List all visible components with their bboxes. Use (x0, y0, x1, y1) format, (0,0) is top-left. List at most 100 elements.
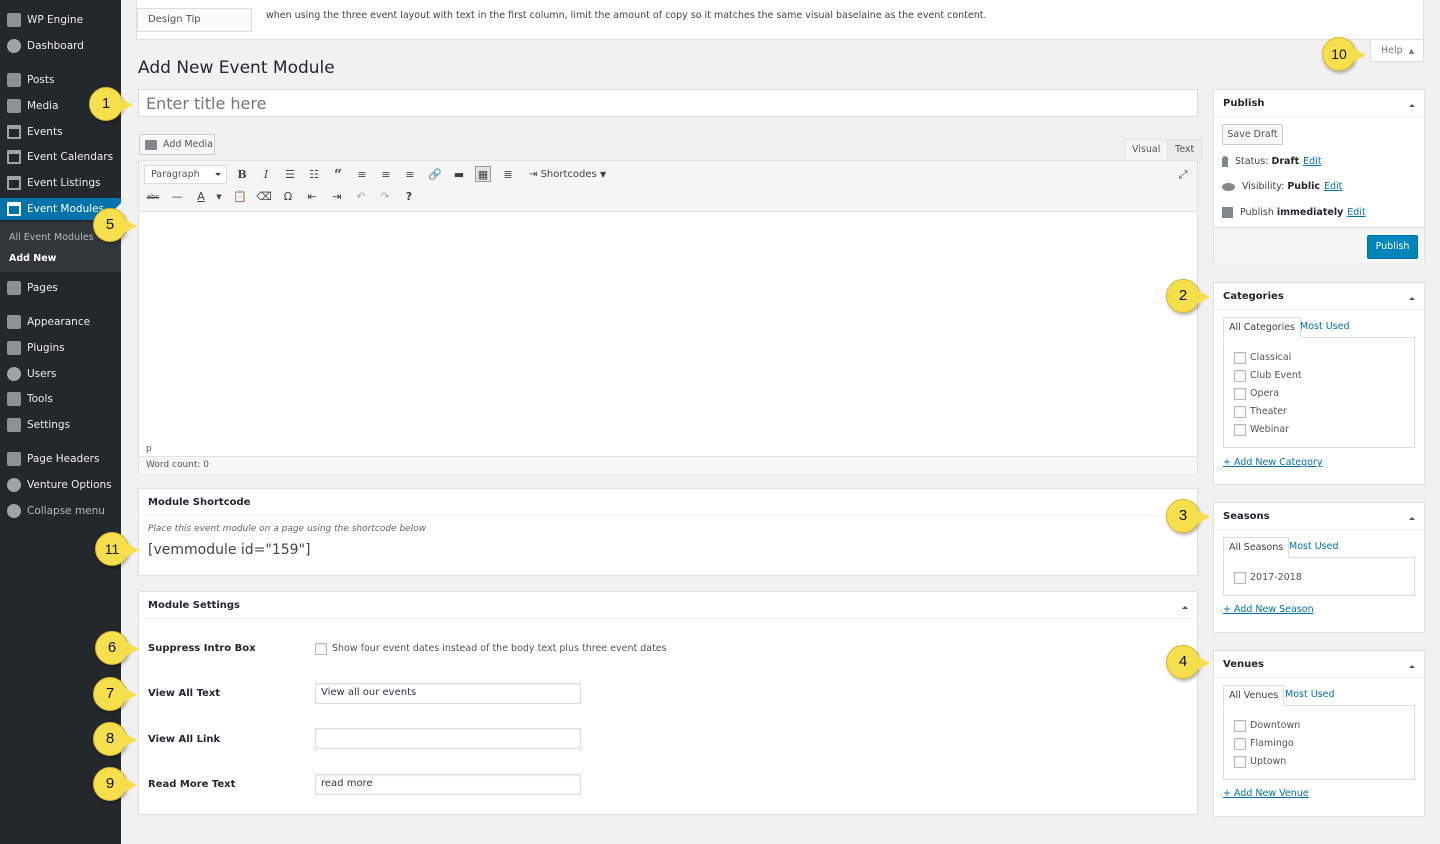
caret-down-icon[interactable]: ▼ (211, 189, 227, 205)
callout-badge: 9 (93, 767, 137, 801)
paste-text-icon[interactable]: 📋 (232, 189, 248, 205)
edit-status-link[interactable]: Edit (1303, 156, 1321, 167)
view-all-text-input[interactable]: View all our events (315, 683, 581, 704)
read-more-icon[interactable]: ▬ (451, 167, 467, 183)
edit-visibility-link[interactable]: Edit (1324, 181, 1342, 192)
bold-icon[interactable]: B (234, 167, 250, 183)
sidebar-item-pages[interactable]: Pages (0, 277, 121, 299)
category-label: Club Event (1250, 370, 1302, 381)
sidebar-item-page-headers[interactable]: Page Headers (0, 448, 121, 470)
collapse-arrow-icon[interactable] (1409, 294, 1415, 300)
category-checkbox[interactable] (1234, 406, 1246, 418)
submenu-all-event-modules[interactable]: All Event Modules (9, 232, 94, 243)
tab-most-used[interactable]: Most Used (1284, 537, 1343, 558)
callout-badge: 2 (1166, 279, 1210, 313)
horizontal-line-icon[interactable]: — (169, 189, 185, 205)
text-color-icon[interactable]: A (193, 189, 209, 205)
category-checkbox[interactable] (1234, 370, 1246, 382)
fullscreen-icon[interactable]: ⤢ (1175, 167, 1191, 183)
sidebar-item-label: Event Calendars (27, 151, 114, 163)
tab-all-seasons[interactable]: All Seasons (1223, 537, 1290, 558)
category-checkbox[interactable] (1234, 352, 1246, 364)
blockquote-icon[interactable]: “ (330, 167, 346, 183)
help-icon[interactable]: ? (401, 189, 417, 205)
shortcodes-dropdown[interactable]: ⇥ Shortcodes ▼ (529, 169, 606, 180)
tab-text[interactable]: Text (1167, 139, 1203, 160)
numbered-list-icon[interactable]: ☷ (306, 167, 322, 183)
category-checkbox[interactable] (1234, 424, 1246, 436)
category-checkbox[interactable] (1234, 388, 1246, 400)
venue-checkbox[interactable] (1234, 756, 1246, 768)
tab-most-used[interactable]: Most Used (1295, 317, 1354, 338)
collapse-arrow-icon[interactable] (1182, 603, 1188, 609)
bullet-list-icon[interactable]: ☰ (282, 167, 298, 183)
italic-icon[interactable]: I (258, 167, 274, 183)
calendar-icon (7, 150, 21, 164)
collapse-arrow-icon[interactable] (1409, 101, 1415, 107)
status-label: Status: (1235, 156, 1269, 167)
sidebar-collapse-menu[interactable]: Collapse menu (0, 500, 121, 522)
view-all-link-input[interactable] (315, 728, 581, 749)
sidebar-item-wp-engine[interactable]: WP Engine (0, 9, 121, 31)
view-all-text-label: View All Text (148, 688, 221, 699)
align-right-icon[interactable]: ≡ (402, 167, 418, 183)
align-left-icon[interactable]: ≡ (354, 167, 370, 183)
strikethrough-icon[interactable]: abc (145, 189, 161, 205)
tab-visual[interactable]: Visual (1124, 139, 1169, 160)
sidebar-item-events[interactable]: Events (0, 121, 121, 143)
toolbar-toggle-icon[interactable]: ▦ (475, 166, 491, 182)
add-new-venue-link[interactable]: + Add New Venue (1223, 788, 1309, 799)
pin-icon (7, 73, 21, 87)
submenu-add-new[interactable]: Add New (9, 253, 56, 264)
redo-icon[interactable]: ↷ (377, 189, 393, 205)
sidebar-item-event-listings[interactable]: Event Listings (0, 172, 121, 194)
tab-all-categories[interactable]: All Categories (1223, 317, 1302, 338)
indent-icon[interactable]: ⇥ (329, 189, 345, 205)
season-checklist: 2017-2018 (1223, 557, 1415, 596)
wrap-icon[interactable]: ≣ (500, 167, 516, 183)
save-draft-button[interactable]: Save Draft (1222, 124, 1283, 145)
publish-button[interactable]: Publish (1367, 235, 1418, 259)
season-checkbox[interactable] (1234, 572, 1246, 584)
notice-tab[interactable]: Design Tip (137, 8, 252, 32)
help-button[interactable]: Help ▲ (1370, 40, 1424, 62)
callout-badge: 8 (93, 722, 137, 756)
sidebar-item-label: Tools (27, 393, 53, 405)
venue-label: Uptown (1250, 756, 1287, 767)
collapse-arrow-icon[interactable] (1409, 514, 1415, 520)
add-media-button[interactable]: Add Media (139, 134, 215, 155)
sidebar-item-appearance[interactable]: Appearance (0, 311, 121, 333)
read-more-text-input[interactable]: read more (315, 774, 581, 795)
outdent-icon[interactable]: ⇤ (304, 189, 320, 205)
align-center-icon[interactable]: ≡ (378, 167, 394, 183)
editor-content-area[interactable] (139, 213, 1197, 439)
edit-schedule-link[interactable]: Edit (1347, 207, 1365, 218)
chevron-up-icon: ▲ (1408, 47, 1415, 55)
tab-most-used[interactable]: Most Used (1280, 685, 1339, 706)
sidebar-item-users[interactable]: Users (0, 363, 121, 385)
categories-box: Categories All Categories Most Used Clas… (1213, 282, 1425, 485)
collapse-arrow-icon[interactable] (1409, 662, 1415, 668)
sidebar-item-dashboard[interactable]: Dashboard (0, 35, 121, 57)
format-select[interactable]: Paragraph (144, 165, 227, 184)
sidebar-item-event-calendars[interactable]: Event Calendars (0, 146, 121, 168)
clear-formatting-icon[interactable]: ⌫ (256, 189, 272, 205)
venue-checkbox[interactable] (1234, 738, 1246, 750)
category-label: Classical (1250, 352, 1292, 363)
special-character-icon[interactable]: Ω (280, 189, 296, 205)
venue-checkbox[interactable] (1234, 720, 1246, 732)
title-input[interactable] (138, 89, 1198, 117)
tab-all-venues[interactable]: All Venues (1223, 685, 1285, 706)
suppress-intro-checkbox[interactable] (315, 643, 327, 655)
calendar-icon (7, 202, 21, 216)
sidebar-item-settings[interactable]: Settings (0, 414, 121, 436)
editor-path: p (146, 444, 152, 454)
add-new-season-link[interactable]: + Add New Season (1223, 604, 1314, 615)
sidebar-item-tools[interactable]: Tools (0, 388, 121, 410)
add-new-category-link[interactable]: + Add New Category (1223, 457, 1323, 468)
wrench-icon (7, 392, 21, 406)
sidebar-item-plugins[interactable]: Plugins (0, 337, 121, 359)
undo-icon[interactable]: ↶ (353, 189, 369, 205)
sidebar-item-venture-options[interactable]: Venture Options (0, 474, 121, 496)
link-icon[interactable]: 🔗 (427, 167, 443, 183)
